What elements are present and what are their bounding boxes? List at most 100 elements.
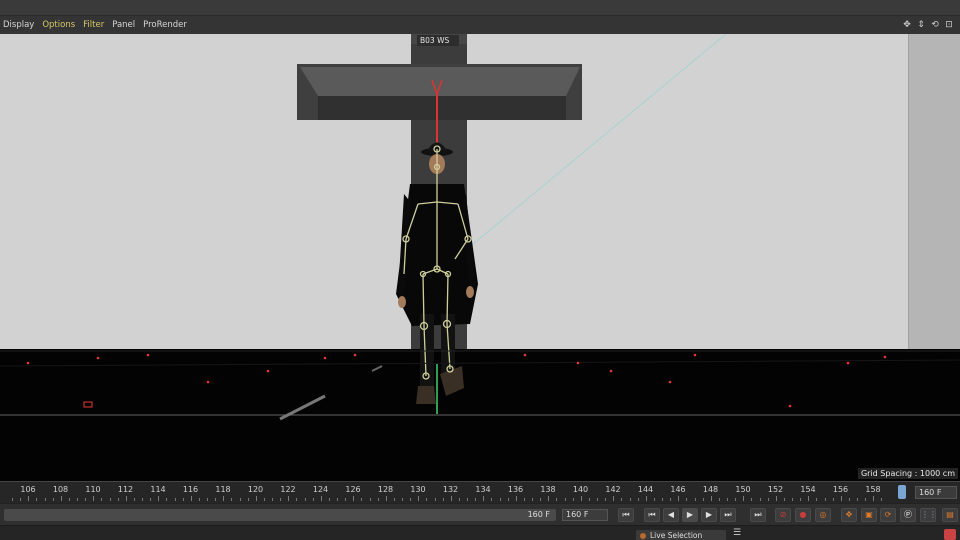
- timeline-tick-mark: [280, 498, 281, 501]
- play-icon[interactable]: ▶: [682, 508, 698, 522]
- timeline-tick-mark: [515, 496, 517, 501]
- menu-options[interactable]: Options: [39, 16, 80, 34]
- live-selection-label: Live Selection: [650, 531, 703, 540]
- dolly-view-icon[interactable]: ⇕: [916, 20, 926, 30]
- timeline-tick-mark: [385, 496, 387, 501]
- record-keys-icon[interactable]: ⊘: [775, 508, 791, 522]
- timeline-tick-mark: [621, 498, 622, 501]
- timeline-tick-mark: [499, 498, 501, 501]
- timeline-tick-mark: [873, 496, 874, 501]
- null-object-marker[interactable]: [83, 401, 93, 408]
- status-strip: Live Selection ☰: [0, 525, 960, 540]
- range-end-label: 160 F: [527, 510, 550, 519]
- title-strip: [0, 0, 960, 16]
- timeline-tick-mark: [491, 498, 492, 501]
- key-pla-icon[interactable]: ⋮⋮: [920, 508, 937, 522]
- object-label: B03 WS: [420, 36, 450, 45]
- timeline-tick-mark: [418, 496, 419, 501]
- timeline-tick-label: 128: [377, 485, 394, 494]
- hamburger-menu-icon[interactable]: ☰: [733, 528, 741, 538]
- timeline-tick-mark: [247, 498, 249, 501]
- timeline-tick-mark: [68, 498, 70, 501]
- grid-spacing-label: Grid Spacing : 1000 cm: [857, 468, 958, 479]
- timeline-tick-mark: [239, 498, 241, 501]
- timeline-tick-label: 150: [735, 485, 751, 494]
- timeline-tick-mark: [759, 498, 761, 501]
- preview-range-slider[interactable]: [4, 509, 556, 521]
- timeline-tick-mark: [52, 498, 54, 501]
- maximize-view-icon[interactable]: ⊡: [944, 20, 954, 30]
- timeline-tick-label: 130: [410, 485, 426, 494]
- goto-end-icon[interactable]: ⏭: [750, 508, 766, 522]
- next-frame-icon[interactable]: ▶: [701, 508, 717, 522]
- goto-start-icon[interactable]: ⏮: [618, 508, 634, 522]
- menu-prorender[interactable]: ProRender: [140, 16, 192, 34]
- timeline-tick-label: 158: [865, 485, 881, 494]
- timeline-tick-mark: [694, 498, 696, 501]
- timeline-tick-mark: [328, 498, 330, 501]
- current-frame-field[interactable]: 160 F: [562, 509, 608, 521]
- timeline-tick-mark: [133, 498, 135, 501]
- timeline-tick-mark: [288, 496, 289, 501]
- transport-bar: 160 F 160 F ⏮ ⏮ ◀ ▶ ▶ ⏭ ⏭ ⊘ ● ◎ ✥ ▣ ⟳ Ⓟ …: [0, 503, 960, 525]
- timeline-tick-mark: [60, 496, 62, 501]
- end-frame-field[interactable]: 160 F: [915, 486, 957, 499]
- timeline-tick-mark: [645, 496, 647, 501]
- timeline-tick-mark: [792, 498, 793, 501]
- rotate-view-icon[interactable]: ⟲: [930, 20, 940, 30]
- timeline-tick-mark: [101, 498, 102, 501]
- key-scale-icon[interactable]: ▣: [861, 508, 877, 522]
- timeline-tick-mark: [150, 498, 151, 501]
- timeline-tick-mark: [77, 498, 78, 501]
- timeline-tick-mark: [840, 496, 842, 501]
- key-rotation-icon[interactable]: ⟳: [880, 508, 896, 522]
- move-view-icon[interactable]: ✥: [902, 20, 912, 30]
- timeline-tick-label: 132: [442, 485, 459, 494]
- timeline-tick-mark: [28, 496, 29, 501]
- timeline-tick-mark: [767, 498, 769, 501]
- timeline-tick-mark: [670, 498, 671, 501]
- live-selection-tab[interactable]: Live Selection: [636, 530, 726, 540]
- timeline-tick-label: 148: [702, 485, 719, 494]
- timeline-tick-mark: [710, 496, 712, 501]
- timeline-tick-mark: [507, 498, 509, 501]
- playhead[interactable]: [898, 485, 906, 499]
- timeline-tick-mark: [816, 498, 817, 501]
- timeline-tick-mark: [207, 498, 208, 501]
- next-key-icon[interactable]: ⏭: [720, 508, 736, 522]
- timeline-tick-mark: [523, 498, 525, 501]
- timeline-tick-mark: [158, 496, 159, 501]
- timeline-tick-mark: [597, 498, 598, 501]
- menu-display[interactable]: Display: [0, 16, 39, 34]
- timeline-tick-mark: [117, 498, 119, 501]
- timeline-tick-mark: [824, 498, 826, 501]
- timeline-tick-mark: [718, 498, 720, 501]
- timeline-tick-mark: [580, 496, 582, 501]
- timeline-tick-mark: [588, 498, 590, 501]
- menu-panel[interactable]: Panel: [109, 16, 140, 34]
- key-selection-icon[interactable]: ◎: [815, 508, 831, 522]
- timeline-tick-mark: [182, 498, 184, 501]
- autokey-icon[interactable]: ●: [795, 508, 811, 522]
- timeline-tick-mark: [483, 496, 484, 501]
- timeline-tick-mark: [686, 498, 687, 501]
- menu-filter[interactable]: Filter: [80, 16, 109, 34]
- timeline-ruler[interactable]: 106 108 110 112 114 116 118 120 122 124 126 128 130 1…: [0, 481, 960, 503]
- timeline-tick-label: 106: [20, 485, 36, 494]
- prev-key-icon[interactable]: ⏮: [644, 508, 660, 522]
- timeline-window-icon[interactable]: ▤: [942, 508, 958, 522]
- timeline-tick-label: 152: [767, 485, 784, 494]
- timeline-tick-mark: [564, 498, 566, 501]
- timeline-tick-mark: [848, 498, 850, 501]
- view-navigation: ✥ ⇕ ⟲ ⊡: [902, 16, 954, 34]
- key-position-icon[interactable]: ✥: [841, 508, 857, 522]
- 3d-viewport[interactable]: B03 WS Grid Spacing : 1000 cm: [0, 34, 960, 481]
- timeline-tick-label: 156: [832, 485, 849, 494]
- timeline-tick-mark: [304, 498, 306, 501]
- timeline-tick-mark: [442, 498, 444, 501]
- scene-render: [0, 34, 960, 421]
- timeline-tick-mark: [174, 498, 176, 501]
- timeline-tick-mark: [532, 498, 533, 501]
- key-parameter-icon[interactable]: Ⓟ: [900, 508, 916, 522]
- prev-frame-icon[interactable]: ◀: [663, 508, 679, 522]
